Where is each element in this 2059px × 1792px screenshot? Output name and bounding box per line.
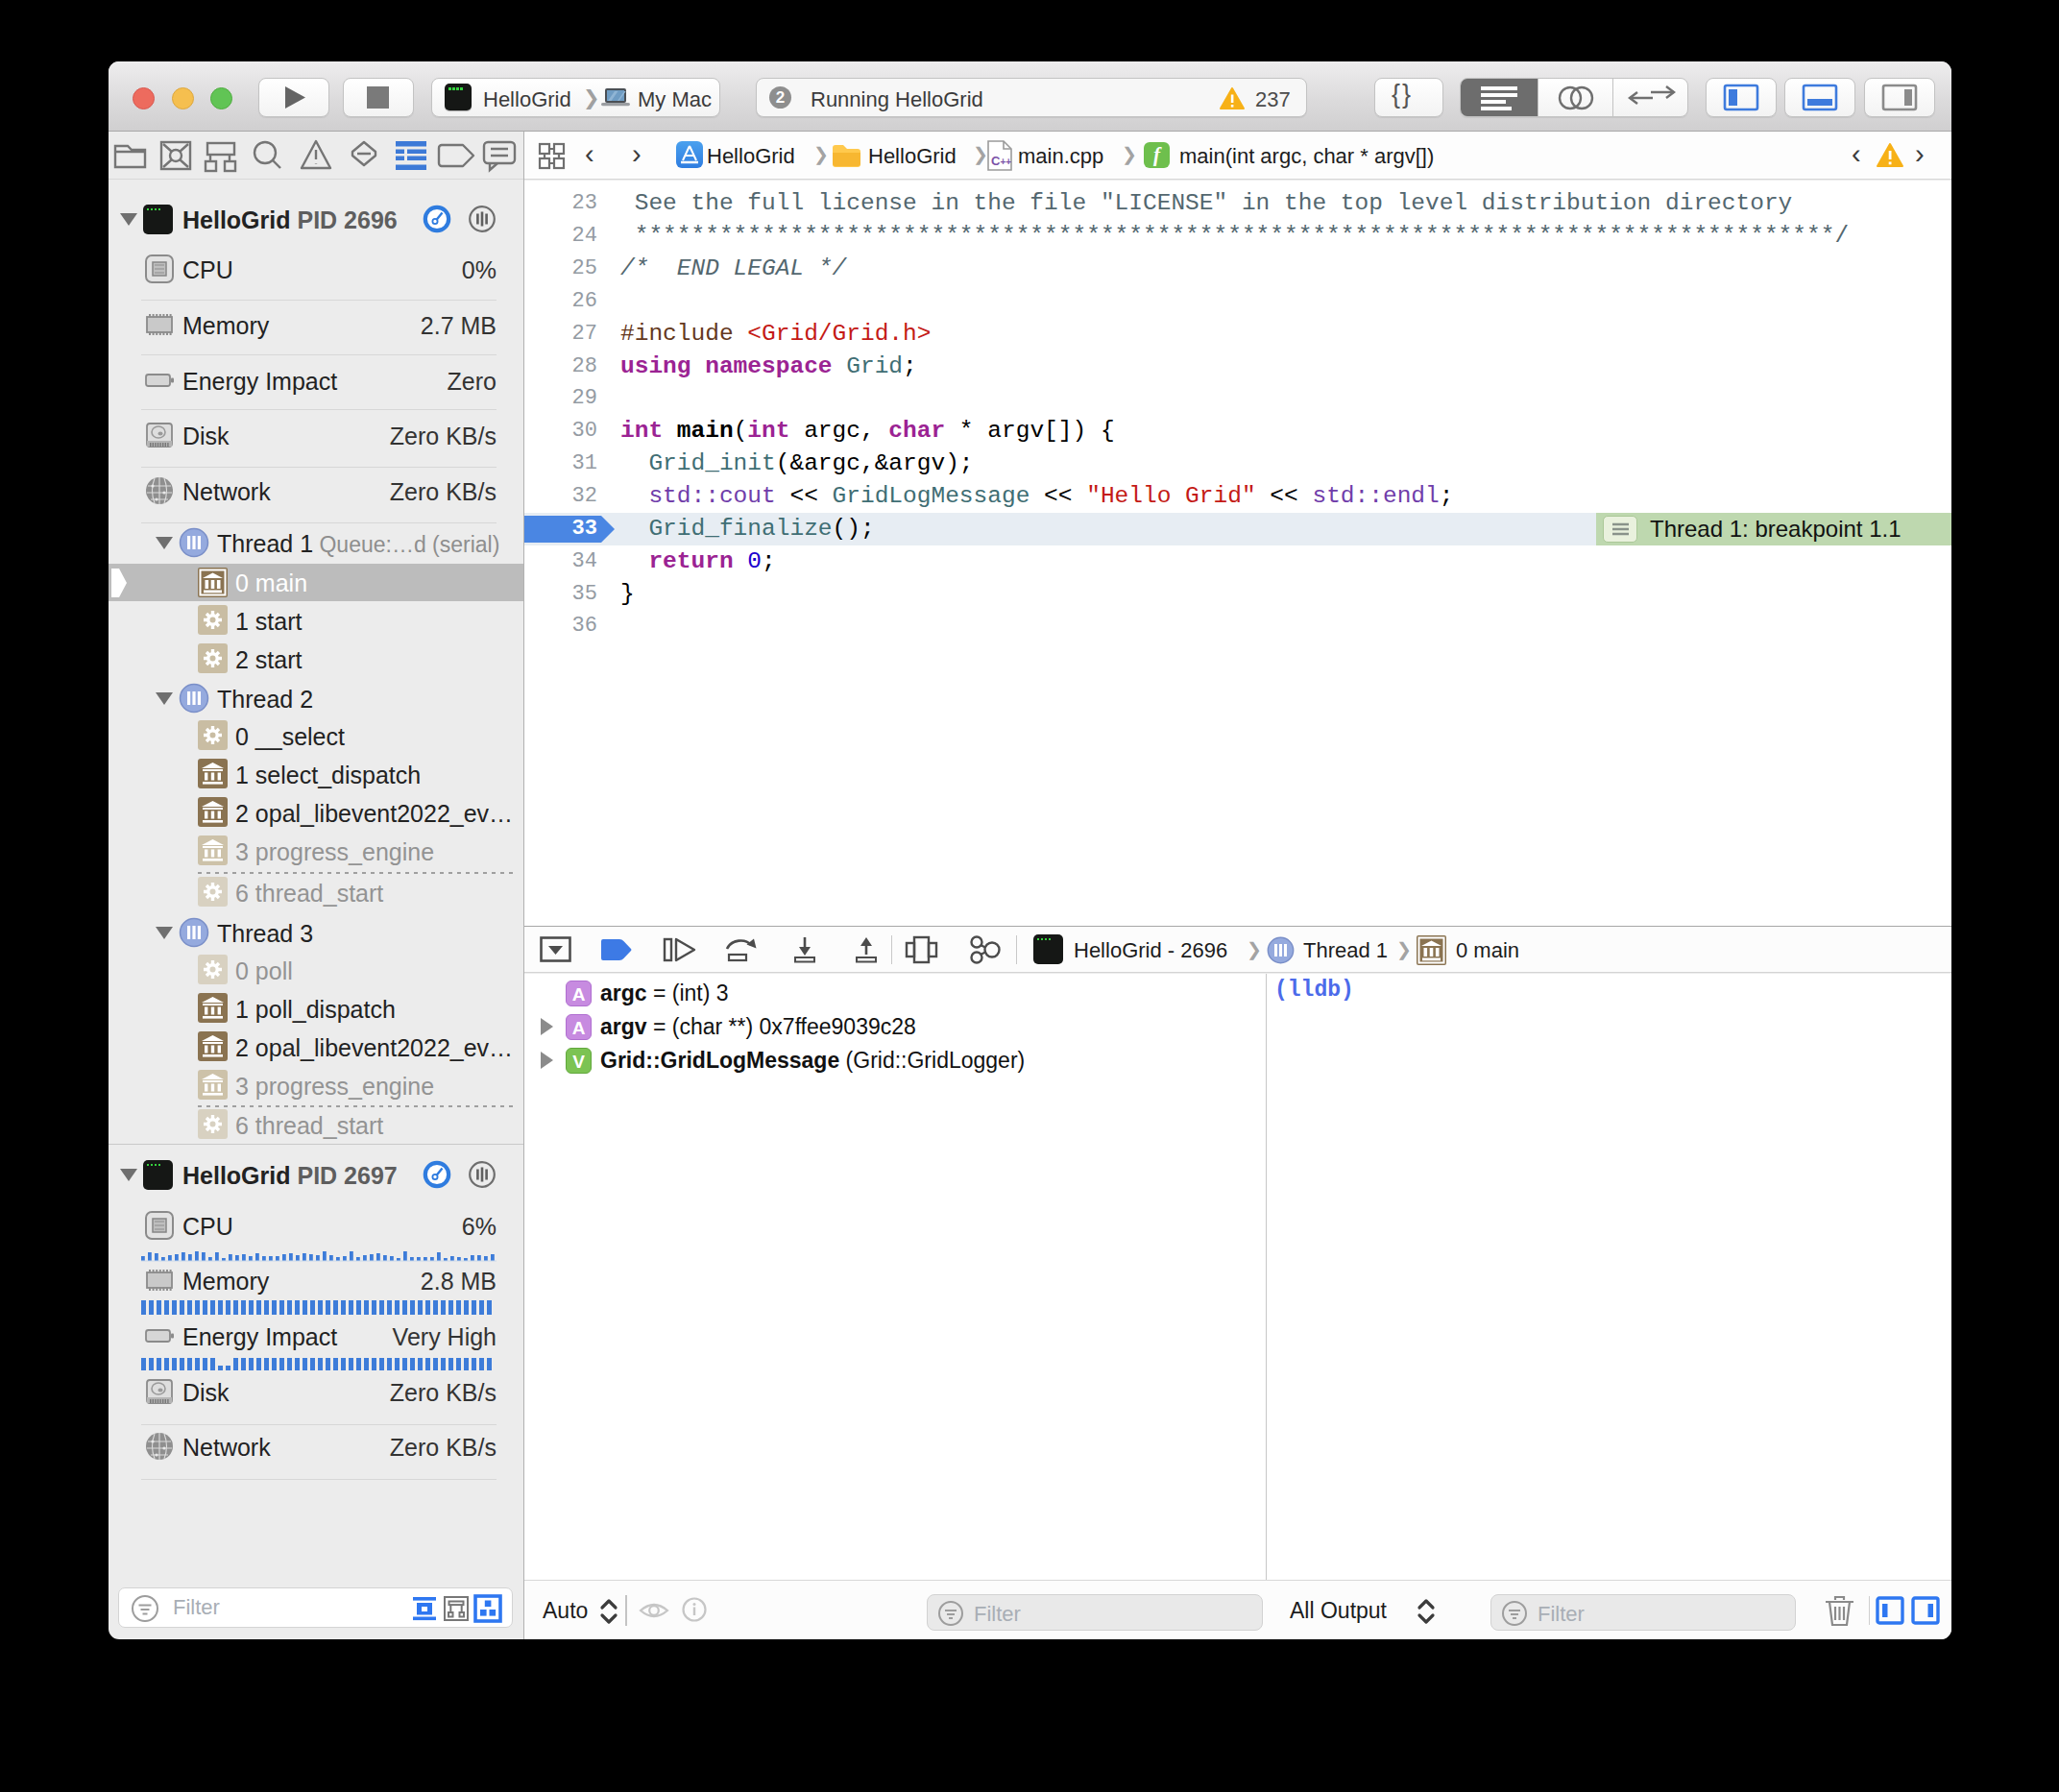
svg-text:C++: C++ — [991, 154, 1011, 168]
